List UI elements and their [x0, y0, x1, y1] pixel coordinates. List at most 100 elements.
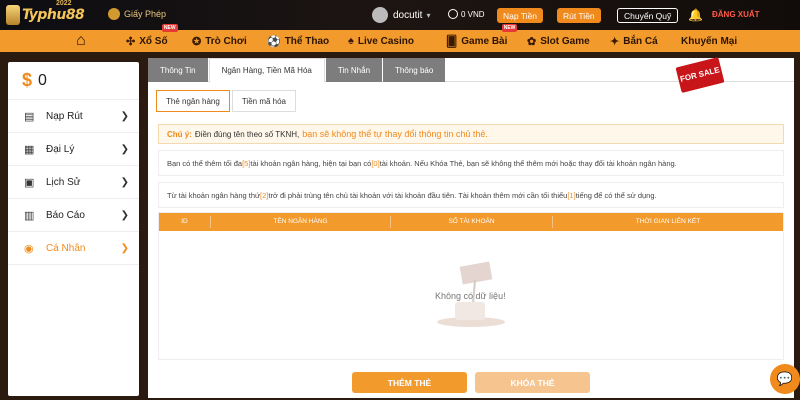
tab-label: Thông báo	[395, 65, 434, 75]
action-buttons: THÊM THẺ KHÓA THẺ	[148, 372, 794, 393]
nav-item-promotions[interactable]: Khuyến Mại	[681, 30, 737, 52]
column-header: SỐ TÀI KHOẢN	[391, 216, 553, 228]
sidebar-item-agent[interactable]: ▦ Đại Lý ❯	[8, 133, 139, 166]
empty-state-text: Không có dữ liệu!	[435, 291, 506, 301]
wallet-amount: 0	[38, 71, 47, 89]
username: docutit	[393, 9, 423, 21]
sidebar-item-history[interactable]: ▣ Lịch Sử ❯	[8, 166, 139, 199]
nav-item-sports[interactable]: ⚽ Thể Thao	[267, 30, 329, 52]
chevron-right-icon: ❯	[120, 209, 129, 221]
notice-label: Chú ý:	[167, 129, 192, 139]
report-icon: ▥	[24, 209, 35, 222]
deposit-button[interactable]: Nạp Tiền	[497, 8, 544, 23]
avatar	[372, 7, 388, 23]
refresh-icon[interactable]	[448, 9, 458, 19]
sidebar-item-deposit-withdraw[interactable]: ▤ Nạp Rút ❯	[8, 100, 139, 133]
info-text: Từ tài khoản ngân hàng thứ	[167, 190, 261, 200]
nav-item-lottery[interactable]: ✣ Xổ Số NEW	[126, 24, 178, 52]
brand-name: Typhu88	[22, 7, 85, 23]
deposit-label: Nạp Tiền	[503, 10, 538, 21]
chat-icon[interactable]: 💬	[770, 364, 800, 394]
currency-symbol: $	[22, 70, 33, 90]
withdraw-button[interactable]: Rút Tiền	[557, 8, 601, 23]
sidebar-item-label: Nạp Rút	[46, 110, 83, 122]
add-card-button[interactable]: THÊM THẺ	[352, 372, 467, 393]
fish-icon: ✦	[610, 35, 620, 48]
chevron-right-icon: ❯	[120, 143, 129, 155]
info-line-1: Bạn có thể thêm tối đa [5] tài khoản ngâ…	[158, 150, 784, 176]
medal-icon	[108, 8, 120, 20]
table-header: ID TÊN NGÂN HÀNG SỐ TÀI KHOẢN THỜI GIAN …	[159, 213, 783, 231]
brand-logo[interactable]: Typhu88 2022	[6, 0, 85, 27]
subtab-label: Thẻ ngân hàng	[166, 96, 220, 106]
user-icon: ◉	[24, 242, 34, 255]
tab-bank-crypto[interactable]: Ngân Hàng, Tiền Mã Hóa	[208, 58, 325, 82]
cards-icon: 🂠	[446, 35, 458, 48]
agent-icon: ▦	[24, 143, 35, 156]
subtab-crypto[interactable]: Tiền mã hóa	[231, 90, 296, 112]
nav-label: Bắn Cá	[623, 35, 658, 47]
info-number: [1]	[567, 190, 576, 200]
notice-emphasis: bạn sẽ không thể tự thay đổi thông tin c…	[302, 129, 488, 139]
tab-notifications[interactable]: Thông báo	[383, 58, 446, 82]
info-text: tài khoản. Nếu Khóa Thẻ, bạn sẽ không th…	[379, 158, 677, 168]
sidebar-item-label: Đại Lý	[46, 143, 75, 155]
tab-label: Thông Tin	[160, 65, 196, 75]
column-header: ID	[159, 216, 211, 228]
wallet-icon: ▤	[24, 110, 35, 123]
bell-icon[interactable]: 🔔	[688, 8, 703, 22]
history-icon: ▣	[24, 176, 35, 189]
nav-label: Thể Thao	[284, 35, 330, 47]
tab-label: Ngân Hàng, Tiền Mã Hóa	[221, 66, 312, 75]
new-badge: NEW	[501, 24, 518, 32]
top-bar: Typhu88 2022 Giấy Phép docutit ▾ 0 VND N…	[0, 0, 800, 30]
logout-label: ĐĂNG XUẤT	[712, 10, 760, 19]
info-text: tài khoản ngân hàng, hiện tại bạn có	[250, 158, 372, 168]
subtab-label: Tiền mã hóa	[241, 96, 286, 106]
nav-label: Live Casino	[357, 35, 414, 47]
sidebar-item-label: Lịch Sử	[46, 176, 81, 188]
logo-emblem-icon	[6, 5, 20, 25]
info-number: [5]	[242, 158, 251, 168]
tab-messages[interactable]: Tin Nhắn	[325, 58, 383, 82]
main-nav: ⌂ ✣ Xổ Số NEW ✪ Trò Chơi ⚽ Thể Thao ♠ Li…	[0, 24, 800, 52]
nav-item-games[interactable]: ✪ Trò Chơi	[192, 30, 247, 52]
info-line-2: Từ tài khoản ngân hàng thứ [2] trở đi ph…	[158, 182, 784, 208]
chevron-right-icon: ❯	[120, 176, 129, 188]
info-text: tiếng để có thể sử dụng.	[575, 190, 657, 200]
user-menu[interactable]: docutit ▾	[372, 7, 430, 23]
tab-info[interactable]: Thông Tin	[148, 58, 208, 82]
wallet-balance: $ 0	[8, 62, 139, 100]
button-label: KHÓA THẺ	[510, 377, 555, 388]
nav-label: Slot Game	[540, 35, 590, 47]
column-header: TÊN NGÂN HÀNG	[211, 216, 391, 228]
home-icon[interactable]: ⌂	[76, 30, 86, 52]
lock-card-button[interactable]: KHÓA THẺ	[475, 372, 590, 393]
subtab-bank-card[interactable]: Thẻ ngân hàng	[156, 90, 230, 112]
soccer-ball-icon: ⚽	[267, 35, 281, 48]
nav-label: Game Bài	[461, 35, 508, 47]
sidebar-item-report[interactable]: ▥ Báo Cáo ❯	[8, 199, 139, 232]
nav-item-live-casino[interactable]: ♠ Live Casino	[348, 30, 414, 52]
nav-label: Trò Chơi	[205, 35, 247, 47]
nav-item-card-games[interactable]: 🂠 Game Bài NEW	[446, 24, 518, 52]
transfer-button[interactable]: Chuyển Quỹ	[617, 8, 679, 23]
logout-button[interactable]: ĐĂNG XUẤT	[712, 10, 760, 19]
slot-icon: ✿	[527, 35, 537, 48]
column-header: THỜI GIAN LIÊN KẾT	[635, 218, 701, 225]
info-text: trở đi phải trùng tên chủ tài khoản với …	[268, 190, 568, 200]
account-sidebar: $ 0 ▤ Nạp Rút ❯ ▦ Đại Lý ❯ ▣ Lịch Sử ❯ ▥…	[8, 62, 139, 396]
withdraw-label: Rút Tiền	[563, 10, 595, 21]
bank-account-table: ID TÊN NGÂN HÀNG SỐ TÀI KHOẢN THỜI GIAN …	[158, 212, 784, 360]
nav-item-slot-game[interactable]: ✿ Slot Game	[527, 30, 590, 52]
notice-text: Điền đúng tên theo số TKNH,	[194, 129, 300, 139]
brand-year: 2022	[56, 0, 72, 7]
balance: 0 VND	[448, 9, 485, 19]
balance-value: 0 VND	[461, 9, 485, 19]
tab-label: Tin Nhắn	[337, 65, 371, 75]
chevron-right-icon: ❯	[120, 242, 129, 254]
license-link[interactable]: Giấy Phép	[108, 8, 166, 20]
nav-item-fishing[interactable]: ✦ Bắn Cá	[610, 30, 658, 52]
nav-label: Khuyến Mại	[681, 35, 738, 47]
sidebar-item-personal[interactable]: ◉ Cá Nhân ❯	[8, 232, 139, 265]
